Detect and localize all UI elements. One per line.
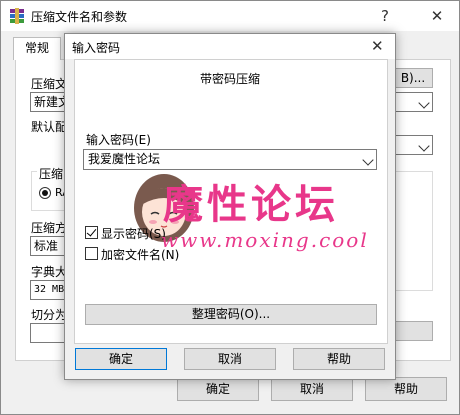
options-group: [395, 171, 433, 291]
winrar-icon: [10, 8, 24, 24]
dialog-help-button[interactable]: 帮助: [293, 348, 385, 370]
show-password-checkbox[interactable]: [85, 226, 98, 239]
dialog-cancel-button[interactable]: 取消: [184, 348, 276, 370]
archive-name-label: 压缩文: [31, 77, 68, 91]
main-help-button[interactable]: 帮助: [365, 377, 447, 401]
main-ok-button[interactable]: 确定: [177, 377, 259, 401]
dictionary-select[interactable]: 32 MB: [30, 280, 68, 300]
dialog-close-icon[interactable]: ✕: [371, 37, 384, 55]
split-select[interactable]: [30, 323, 68, 343]
watermark-url: www.moxing.cool: [161, 228, 369, 252]
dictionary-label: 字典大: [31, 265, 68, 279]
archive-name-dropdown[interactable]: [395, 92, 433, 112]
format-group-label: 压缩: [37, 165, 66, 182]
set-password-button[interactable]: [395, 321, 433, 341]
browse-button[interactable]: B)...: [393, 68, 433, 88]
organize-passwords-button[interactable]: 整理密码(O)...: [85, 304, 377, 325]
main-cancel-button[interactable]: 取消: [271, 377, 353, 401]
split-label: 切分为: [31, 308, 68, 322]
main-window-title: 压缩文件名和参数: [31, 10, 128, 24]
watermark-title: 魔性论坛: [163, 181, 339, 228]
format-rar-radio[interactable]: [39, 187, 51, 199]
main-titlebar: 压缩文件名和参数 ? ✕: [1, 1, 459, 31]
chevron-down-icon: [418, 140, 430, 152]
password-dialog: 输入密码 ✕ 带密码压缩 输入密码(E) 我爱魔性论坛 魔性论坛 显示密码(S)…: [64, 33, 396, 380]
help-question-icon[interactable]: ?: [373, 4, 397, 28]
encrypt-filenames-checkbox[interactable]: [85, 247, 98, 260]
close-icon[interactable]: ✕: [425, 4, 449, 28]
profile-dropdown[interactable]: [395, 135, 433, 155]
checkmark-icon: [86, 226, 97, 237]
show-password-label: 显示密码(S): [101, 227, 166, 241]
encrypt-filenames-label: 加密文件名(N): [101, 248, 180, 262]
method-label: 压缩方: [31, 221, 68, 235]
dialog-heading: 带密码压缩: [199, 72, 260, 86]
chevron-down-icon: [362, 154, 374, 166]
chevron-down-icon: [418, 97, 430, 109]
tab-general[interactable]: 常规: [13, 37, 61, 60]
password-label: 输入密码(E): [86, 133, 151, 147]
default-profile-label: 默认配: [31, 120, 68, 134]
dialog-titlebar: 输入密码 ✕: [65, 34, 395, 59]
dialog-ok-button[interactable]: 确定: [75, 348, 167, 370]
dialog-title: 输入密码: [72, 41, 121, 55]
method-select[interactable]: 标准: [30, 236, 68, 256]
